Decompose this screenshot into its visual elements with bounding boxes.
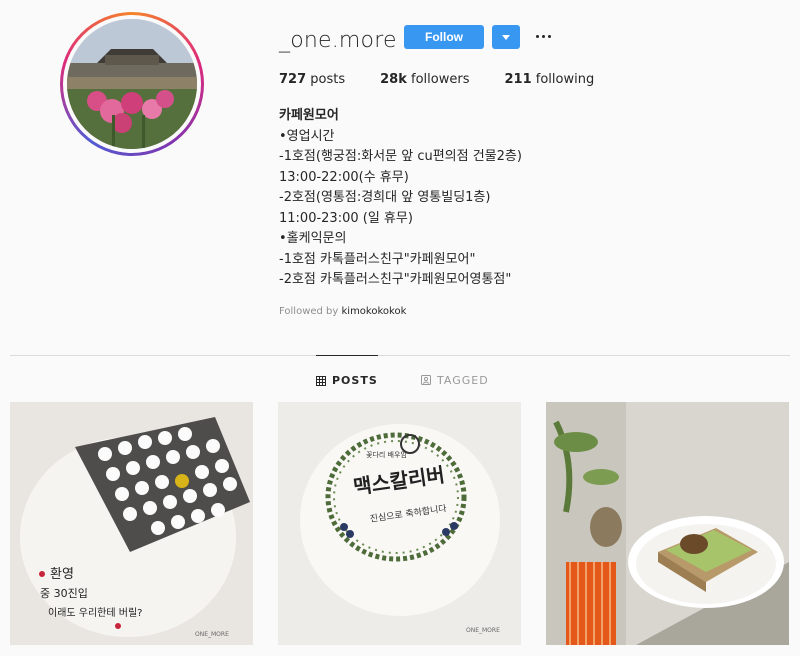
avatar-frame (63, 15, 201, 153)
bio-line: -1호점(행궁점:화서문 앞 cu편의점 건물2층) (279, 149, 522, 164)
profile-bio: 카페원모어 •영업시간 -1호점(행궁점:화서문 앞 cu편의점 건물2층) 1… (279, 106, 522, 291)
bio-line: 13:00-22:00(수 휴무) (279, 169, 409, 185)
post-caption: 환영 (50, 567, 74, 582)
stat-posts: 727 posts (279, 72, 345, 87)
post-thumbnail[interactable] (546, 402, 789, 645)
followed-by-user-link[interactable]: kimokokokok (342, 306, 407, 317)
grid-icon (316, 375, 326, 386)
more-dot-icon (541, 34, 545, 38)
stat-value: 211 (504, 72, 532, 87)
suggestions-dropdown-button[interactable] (492, 25, 520, 49)
tab-tagged[interactable]: TAGGED (421, 355, 489, 405)
more-dot-icon (547, 34, 551, 38)
post-caption: 중 30진입 (40, 587, 88, 600)
more-dot-icon (535, 34, 539, 38)
profile-stats: 727 posts 28k followers 211 following (279, 72, 629, 87)
egg-cake-image: 환영 중 30진입 이래도 우리한테 버릴? ONE_MORE (10, 402, 253, 645)
chevron-down-icon (502, 34, 510, 40)
stat-label: posts (310, 72, 346, 87)
profile-avatar-ring[interactable] (60, 12, 204, 156)
followed-by-prefix: Followed by (279, 306, 339, 317)
stat-value: 28k (380, 72, 407, 87)
post-thumbnail[interactable]: 환영 중 30진입 이래도 우리한테 버릴? ONE_MORE (10, 402, 253, 645)
tab-posts-label: POSTS (332, 374, 378, 387)
stat-value: 727 (279, 72, 307, 87)
bio-line: •영업시간 (279, 128, 335, 144)
tabs-divider (10, 355, 790, 356)
bio-name: 카페원모어 (279, 108, 339, 123)
bio-line: •홀케익문의 (279, 231, 347, 246)
more-options-button[interactable] (533, 28, 553, 44)
post-caption: 꽃다리 배우임 (366, 450, 407, 459)
follow-button[interactable]: Follow (404, 25, 484, 49)
post-caption: 이래도 우리한테 버릴? (48, 606, 142, 619)
tagged-person-icon (421, 375, 431, 385)
stat-label: followers (411, 72, 470, 87)
profile-username: _one.more (279, 28, 397, 53)
avatar-photo (67, 19, 197, 149)
post-caption: ONE_MORE (195, 631, 229, 638)
bio-line: -2호점 카톡플러스친구"카페원모어영통점" (279, 272, 512, 287)
avocado-cake-image (546, 402, 789, 645)
bio-line: -1호점 카톡플러스친구"카페원모어" (279, 251, 476, 267)
tab-posts[interactable]: POSTS (316, 355, 378, 405)
bio-line: -2호점(영통점:경희대 앞 영통빌딩1층) (279, 190, 491, 205)
stat-label: following (535, 72, 595, 87)
post-thumbnail[interactable]: 꽃다리 배우임 맥스칼리버 진심으로 축하합니다 ONE_MORE (278, 402, 521, 645)
stat-followers[interactable]: 28k followers (380, 72, 469, 87)
stat-following[interactable]: 211 following (505, 72, 595, 87)
avatar[interactable] (67, 19, 197, 149)
bio-line: 11:00-23:00 (일 휴무) (279, 210, 413, 226)
post-caption: ONE_MORE (466, 627, 500, 634)
followed-by: Followed by kimokokokok (279, 306, 406, 317)
wreath-cake-image: 꽃다리 배우임 맥스칼리버 진심으로 축하합니다 ONE_MORE (278, 402, 521, 645)
tab-tagged-label: TAGGED (437, 373, 489, 387)
posts-grid: 환영 중 30진입 이래도 우리한테 버릴? ONE_MORE 꽃다리 배우임 … (10, 402, 789, 645)
